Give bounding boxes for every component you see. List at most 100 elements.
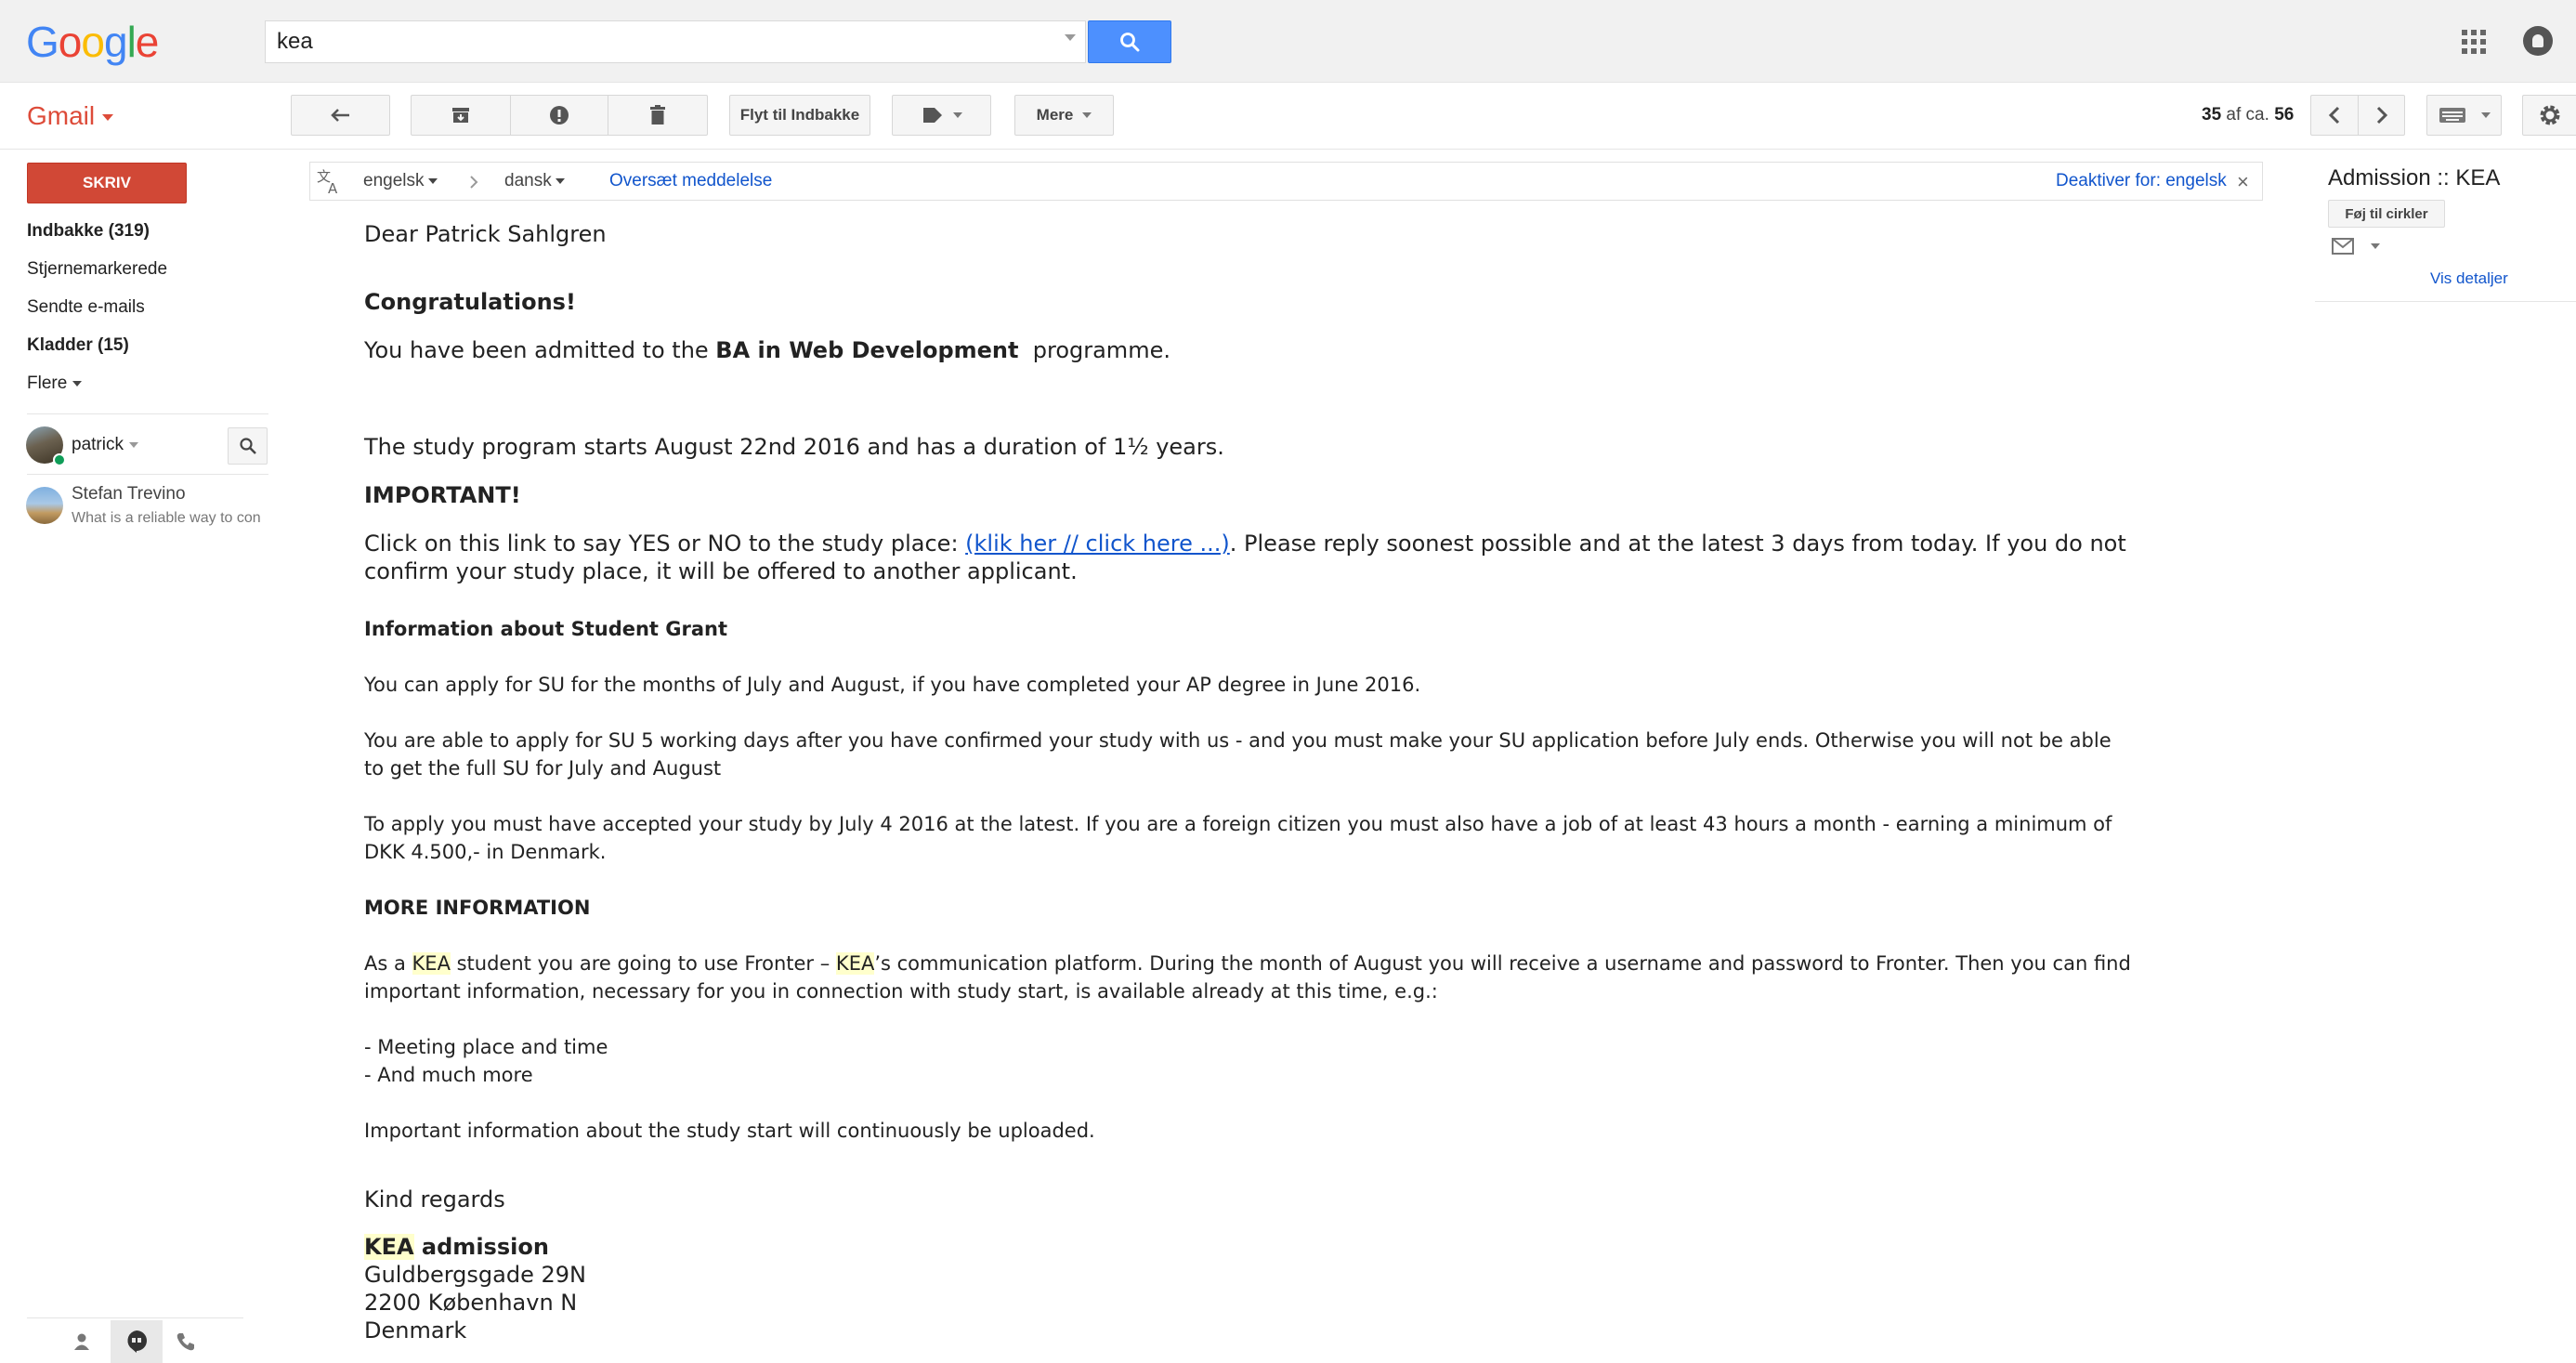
trash-icon [650,105,665,125]
hangouts-search-button[interactable] [228,427,268,465]
action-toolbar: Gmail Flyt til Indbakke Mere 35 af ca. 5… [0,83,2576,150]
nav-item-drafts[interactable]: Kladder (15) [27,335,129,356]
hangouts-bottom-bar [27,1317,243,1363]
hangouts-user-name: patrick [72,435,124,454]
sender-name: Admission :: KEA [2328,165,2501,190]
spam-icon [550,106,569,125]
closing: Kind regards [364,1186,505,1212]
move-to-inbox-label: Flyt til Indbakke [739,106,860,124]
move-to-inbox-button[interactable]: Flyt til Indbakke [729,95,870,136]
grant-paragraph-2-line-1: You are able to apply for SU 5 working d… [364,729,2112,752]
add-to-circles-button[interactable]: Føj til cirkler [2328,200,2445,228]
translate-message-link[interactable]: Oversæt meddelelse [609,171,772,191]
more-button[interactable]: Mere [1014,95,1114,136]
nav-item-inbox[interactable]: Indbakke (319) [27,221,150,242]
nav-item-starred[interactable]: Stjernemarkerede [27,259,167,280]
archive-button[interactable] [411,95,510,136]
hangouts-icon [127,1330,147,1353]
more-info-text: ’s communication platform. During the mo… [874,952,2131,975]
chevron-down-icon [1082,112,1092,118]
chevron-right-icon [2376,106,2387,125]
search-icon [239,438,256,454]
disable-translation-link[interactable]: Deaktiver for: engelsk [2056,171,2227,191]
older-button[interactable] [2358,95,2405,136]
confirm-link[interactable]: (klik her // click here ...) [965,531,1230,557]
signature-text: admission [413,1234,549,1260]
archive-icon [452,108,469,123]
email-contact-menu[interactable] [2332,238,2381,259]
confirm-line-1: Click on this link to say YES or NO to t… [364,531,2126,557]
chevron-down-icon [2480,112,2491,118]
settings-button[interactable] [2522,95,2576,136]
upload-note: Important information about the study st… [364,1120,1095,1142]
program-name: BA in Web Development [715,337,1019,363]
compose-button[interactable]: SKRIV [27,163,187,203]
more-info-text: As a [364,952,412,975]
search-options-chevron-icon[interactable] [1065,34,1076,41]
more-info-heading: MORE INFORMATION [364,897,591,919]
back-button[interactable] [291,95,390,136]
chevron-down-icon [128,441,138,448]
svg-text:A: A [328,180,338,195]
input-tools-button[interactable] [2426,95,2502,136]
grant-paragraph-3-line-2: DKK 4.500,- in Denmark. [364,841,607,863]
delete-button[interactable] [608,95,708,136]
chevron-left-icon [2328,106,2340,125]
start-line: The study program starts August 22nd 201… [364,434,1224,460]
phone-icon[interactable] [176,1331,196,1356]
search-input[interactable] [277,21,1039,62]
chevron-down-icon [555,177,565,184]
contacts-icon[interactable] [72,1331,92,1356]
admission-text: You have been admitted to the [364,337,716,363]
divider [2315,301,2576,302]
grant-paragraph-2-line-2: to get the full SU for July and August [364,757,722,780]
confirm-line-2: confirm your study place, it will be off… [364,558,1078,584]
contact-snippet[interactable]: What is a reliable way to con [72,510,268,527]
chevron-down-icon [102,114,114,122]
divider [27,474,268,475]
search-box[interactable] [265,20,1086,63]
grant-paragraph-3-line-1: To apply you must have accepted your stu… [364,813,2112,835]
gmail-menu[interactable]: Gmail [27,101,114,131]
labels-button[interactable] [892,95,991,136]
keyboard-icon [2439,108,2465,123]
hangouts-user-menu[interactable]: patrick [72,435,138,455]
newer-button[interactable] [2310,95,2358,136]
nav-more-label: Flere [27,374,68,393]
close-icon[interactable]: × [2237,170,2249,194]
chevron-down-icon [2371,243,2381,249]
chevron-down-icon [72,380,83,387]
address-line: Denmark [364,1317,467,1343]
nav-item-more[interactable]: Flere [27,374,83,394]
chevron-down-icon [427,177,438,184]
more-info-line-2: important information, necessary for you… [364,980,1438,1003]
nav-item-sent[interactable]: Sendte e-mails [27,297,145,318]
apps-grid-icon[interactable] [2462,30,2486,54]
important-heading: IMPORTANT! [364,482,521,508]
translate-bar: 文 A engelsk dansk Oversæt meddelelse Dea… [309,162,2263,201]
gmail-label: Gmail [27,101,96,130]
target-language-select[interactable]: dansk [504,171,565,191]
admission-line: You have been admitted to the BA in Web … [364,337,1170,363]
google-logo[interactable]: Google [26,17,159,67]
count-total: 56 [2274,105,2295,125]
grant-paragraph-1: You can apply for SU for the months of J… [364,674,1421,696]
chevron-down-icon [952,112,962,118]
source-language-label: engelsk [363,171,425,190]
more-info-line-1: As a KEA student you are going to use Fr… [364,952,2131,975]
report-spam-button[interactable] [510,95,608,136]
show-details-link[interactable]: Vis detaljer [2430,269,2508,288]
contact-avatar[interactable] [26,487,63,524]
contact-name[interactable]: Stefan Trevino [72,484,186,505]
bullet-item: - And much more [364,1064,533,1086]
bullet-item: - Meeting place and time [364,1036,608,1058]
target-language-label: dansk [504,171,552,190]
address-line: 2200 København N [364,1290,578,1316]
more-label: Mere [1036,106,1074,124]
envelope-icon [2332,238,2354,255]
hangouts-tab[interactable] [111,1320,163,1363]
search-button[interactable] [1088,20,1171,63]
notifications-icon[interactable] [2523,26,2553,56]
source-language-select[interactable]: engelsk [363,171,438,191]
confirm-text-end: . Please reply soonest possible and at t… [1229,531,2126,557]
